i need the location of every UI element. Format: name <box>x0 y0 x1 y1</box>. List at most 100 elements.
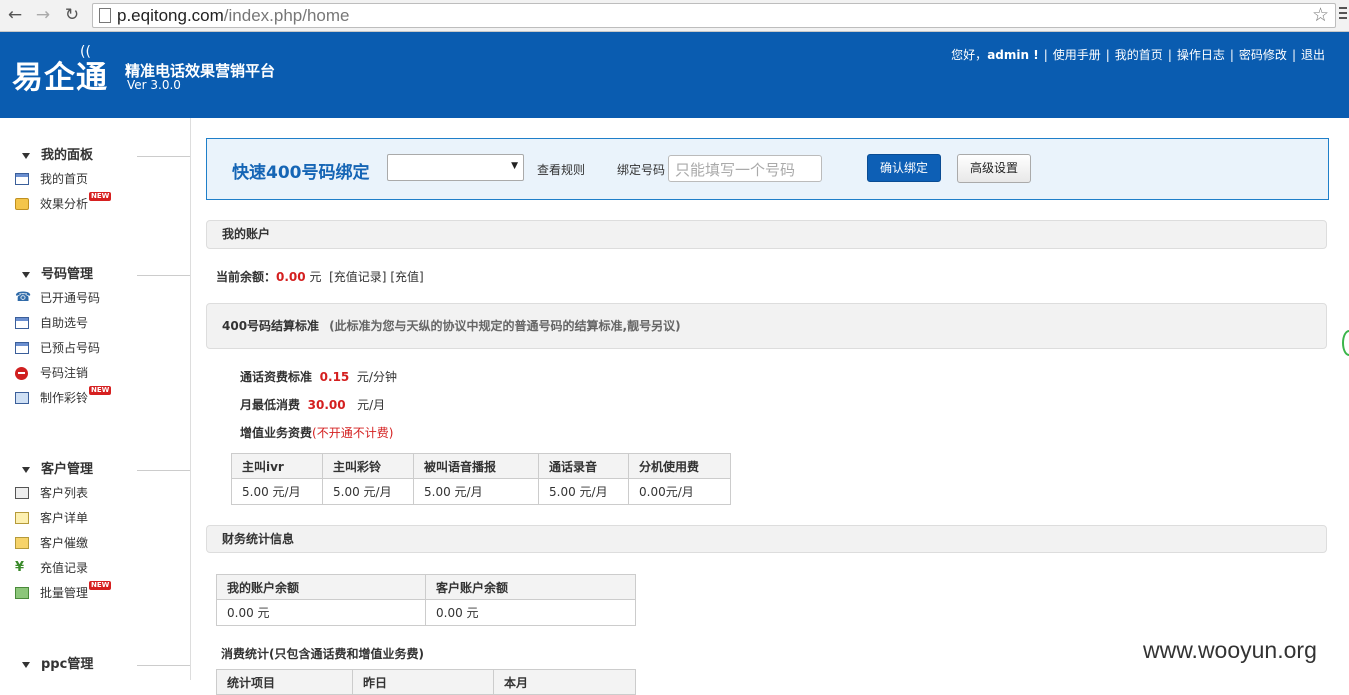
vas-fee-table: 主叫ivr 主叫彩铃 被叫语音播报 通话录音 分机使用费 5.00 元/月 5.… <box>231 453 731 505</box>
card-icon <box>15 537 29 549</box>
quick-bind-title: 快速400号码绑定 <box>232 163 370 183</box>
bind-number-label: 绑定号码 <box>617 163 666 177</box>
balance-label: 当前余额： <box>216 270 277 284</box>
collapse-triangle-icon <box>22 153 30 159</box>
sidebar-item-ringtone[interactable]: 制作彩铃 NEW <box>0 386 190 411</box>
document-icon <box>15 512 29 524</box>
bind-number-input[interactable]: 只能填写一个号码 <box>668 155 822 182</box>
sidebar-group-title[interactable]: 号码管理 <box>0 264 190 286</box>
table-header-row: 我的账户余额 客户账户余额 <box>216 574 636 600</box>
window-icon <box>15 173 29 185</box>
window-icon <box>15 342 29 354</box>
quick-bind-panel: 快速400号码绑定 ▼ 查看规则 绑定号码 只能填写一个号码 确认绑定 高级设置 <box>206 138 1329 200</box>
consumption-title: 消费统计(只包含通话费和增值业务费) <box>221 647 424 661</box>
sidebar-item-cancel-number[interactable]: 号码注销 <box>0 361 190 386</box>
logout-link[interactable]: 退出 <box>1301 48 1325 62</box>
table-row: 0.00 元 0.00 元 <box>216 599 636 626</box>
balance-unit: 元 <box>309 270 322 284</box>
greeting: 您好， <box>951 48 988 62</box>
sidebar-item-opened-numbers[interactable]: ☎ 已开通号码 <box>0 286 190 311</box>
sidebar-item-reserved-numbers[interactable]: 已预占号码 <box>0 336 190 361</box>
back-arrow-icon[interactable]: ← <box>4 4 26 26</box>
new-badge: NEW <box>89 192 112 201</box>
bookmark-star-icon[interactable]: ☆ <box>1312 4 1329 26</box>
table-header: 主叫ivr <box>231 453 323 479</box>
sidebar-group-title[interactable]: 我的面板 <box>0 145 190 167</box>
phone-icon: ☎ <box>15 290 32 305</box>
view-rules-link[interactable]: 查看规则 <box>537 161 585 178</box>
table-cell: 5.00 元/月 <box>231 478 323 505</box>
address-bar[interactable]: p.eqitong.com/index.php/home ☆ <box>92 3 1336 28</box>
settlement-note: (此标准为您与天纵的协议中规定的普通号码的结算标准,靓号另议) <box>329 319 681 333</box>
new-badge: NEW <box>89 386 112 395</box>
table-header: 本月 <box>493 669 636 695</box>
collapse-triangle-icon <box>22 662 30 668</box>
table-header-row: 统计项目 昨日 本月 <box>216 669 636 695</box>
table-header-row: 主叫ivr 主叫彩铃 被叫语音播报 通话录音 分机使用费 <box>231 453 731 479</box>
sidebar: 我的面板 我的首页 效果分析 NEW 号码管理 ☎ 已开通号码 自助选号 已预占号码… <box>0 118 191 680</box>
advanced-settings-button[interactable]: 高级设置 <box>957 154 1031 183</box>
sidebar-group-title[interactable]: 客户管理 <box>0 459 190 481</box>
table-cell: 5.00 元/月 <box>538 478 629 505</box>
recharge-link[interactable]: [充值] <box>390 270 423 284</box>
sidebar-item-batch-manage[interactable]: 批量管理 NEW <box>0 581 190 606</box>
sidebar-item-home[interactable]: 我的首页 <box>0 167 190 192</box>
version: Ver 3.0.0 <box>127 78 181 92</box>
sidebar-item-customer-detail[interactable]: 客户详单 <box>0 506 190 531</box>
sidebar-item-recharge-record[interactable]: ¥ 充值记录 <box>0 556 190 581</box>
sidebar-item-customer-list[interactable]: 客户列表 <box>0 481 190 506</box>
window-icon <box>15 317 29 329</box>
sidebar-item-customer-dunning[interactable]: 客户催缴 <box>0 531 190 556</box>
stop-icon <box>15 367 28 380</box>
watermark: www.wooyun.org <box>1143 637 1317 663</box>
manual-link[interactable]: 使用手册 <box>1053 48 1101 62</box>
change-password-link[interactable]: 密码修改 <box>1239 48 1287 62</box>
balance-table: 我的账户余额 客户账户余额 0.00 元 0.00 元 <box>216 574 636 626</box>
logo-wave-icon: (( <box>80 44 91 60</box>
dropdown-arrow-icon: ▼ <box>511 161 518 171</box>
table-header: 昨日 <box>352 669 494 695</box>
sidebar-item-self-select[interactable]: 自助选号 <box>0 311 190 336</box>
chart-icon <box>15 198 29 210</box>
browser-menu-icon[interactable] <box>1339 7 1347 22</box>
operation-log-link[interactable]: 操作日志 <box>1177 48 1225 62</box>
table-cell: 0.00 元 <box>425 599 636 626</box>
number-select[interactable]: ▼ <box>387 154 524 181</box>
page-icon <box>99 8 111 23</box>
reload-icon[interactable]: ↻ <box>61 4 83 26</box>
confirm-bind-button[interactable]: 确认绑定 <box>867 154 941 182</box>
stack-icon <box>15 587 29 599</box>
url-text[interactable]: p.eqitong.com/index.php/home <box>117 6 350 26</box>
sidebar-item-analysis[interactable]: 效果分析 NEW <box>0 192 190 217</box>
recharge-record-link[interactable]: [充值记录] <box>329 270 386 284</box>
new-badge: NEW <box>89 581 112 590</box>
min-fee-line: 月最低消费 30.00 元/月 <box>240 398 386 412</box>
home-link[interactable]: 我的首页 <box>1115 48 1163 62</box>
collapse-triangle-icon <box>22 272 30 278</box>
music-note-icon <box>15 392 29 404</box>
consumption-table: 统计项目 昨日 本月 <box>216 669 636 695</box>
username: admin ! <box>987 48 1039 62</box>
call-fee-line: 通话资费标准 0.15 元/分钟 <box>240 370 397 384</box>
vas-line: 增值业务资费(不开通不计费) <box>240 426 394 440</box>
browser-toolbar: ← → ↻ p.eqitong.com/index.php/home ☆ <box>0 0 1349 32</box>
sidebar-group-numbers: 号码管理 ☎ 已开通号码 自助选号 已预占号码 号码注销 制作彩铃 NEW <box>0 264 190 411</box>
sidebar-group-title[interactable]: ppc管理 <box>0 654 190 676</box>
sidebar-group-ppc: ppc管理 <box>0 654 190 676</box>
list-icon <box>15 487 29 499</box>
table-cell: 5.00 元/月 <box>413 478 539 505</box>
table-cell: 0.00元/月 <box>628 478 731 505</box>
forward-arrow-icon[interactable]: → <box>32 4 54 26</box>
site-header: 易企通 (( 精准电话效果营销平台 Ver 3.0.0 您好，admin ! | 使… <box>0 32 1349 118</box>
table-cell: 5.00 元/月 <box>322 478 414 505</box>
collapse-triangle-icon <box>22 467 30 473</box>
sidebar-group-customers: 客户管理 客户列表 客户详单 客户催缴 ¥ 充值记录 批量管理 NEW <box>0 459 190 606</box>
table-row: 5.00 元/月 5.00 元/月 5.00 元/月 5.00 元/月 0.00… <box>231 478 731 505</box>
sidebar-group-panel: 我的面板 我的首页 效果分析 NEW <box>0 145 190 217</box>
floating-widget-icon[interactable] <box>1342 330 1349 356</box>
table-header: 被叫语音播报 <box>413 453 539 479</box>
logo[interactable]: 易企通 <box>12 52 108 97</box>
table-header: 客户账户余额 <box>425 574 636 600</box>
account-section-header: 我的账户 <box>206 220 1327 249</box>
settlement-section-header: 400号码结算标准 (此标准为您与天纵的协议中规定的普通号码的结算标准,靓号另议) <box>206 303 1327 349</box>
